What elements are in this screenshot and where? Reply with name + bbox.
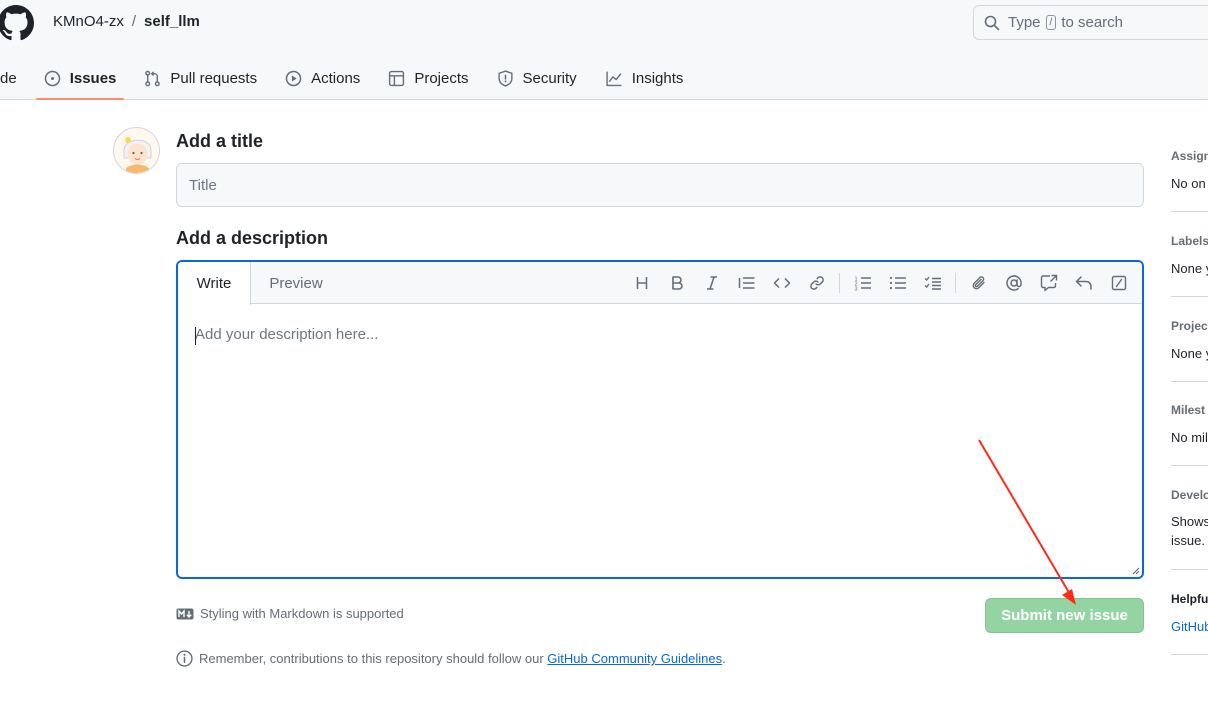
markdown-note: Styling with Markdown is supported <box>176 606 404 621</box>
sidebar-divider <box>1171 296 1208 297</box>
mention-icon[interactable] <box>996 268 1031 298</box>
tab-insights[interactable]: Insights <box>605 56 684 100</box>
markdown-icon <box>176 608 194 619</box>
reply-icon[interactable] <box>1066 268 1101 298</box>
tab-pull-requests-label: Pull requests <box>170 69 258 87</box>
git-pull-request-icon <box>145 70 161 86</box>
projects-title: Projec <box>1171 319 1208 333</box>
tab-insights-label: Insights <box>631 69 684 87</box>
search-icon <box>984 15 1000 30</box>
tab-preview[interactable]: Preview <box>252 262 340 304</box>
ordered-list-icon[interactable]: 123 <box>845 268 880 298</box>
guidelines-text: Remember, contributions to this reposito… <box>199 651 544 666</box>
paperclip-icon[interactable] <box>961 268 996 298</box>
description-textarea[interactable] <box>195 326 1125 556</box>
heading-icon[interactable] <box>624 268 659 298</box>
repo-owner-link[interactable]: KMnO4-zx <box>53 13 124 30</box>
search-placeholder-suffix: to search <box>1061 14 1124 31</box>
slash-key-hint: / <box>1045 15 1057 30</box>
avatar <box>113 127 160 174</box>
tab-issues-label: Issues <box>69 69 117 87</box>
development-line1: Shows <box>1171 514 1208 529</box>
guidelines-end: . <box>722 651 726 666</box>
resize-grip-icon[interactable] <box>1132 567 1140 575</box>
avatar-illustration <box>114 128 159 173</box>
svg-text:3: 3 <box>854 287 857 292</box>
breadcrumb-separator: / <box>131 13 137 30</box>
play-icon <box>285 70 302 86</box>
toolbar-divider <box>955 273 956 293</box>
tab-projects-label: Projects <box>414 69 469 87</box>
tab-actions[interactable]: Actions <box>285 56 360 100</box>
tab-security-label: Security <box>522 69 577 87</box>
graph-icon <box>606 71 622 86</box>
development-title: Develo <box>1171 488 1208 502</box>
editor-header: Write Preview 123 <box>178 262 1142 305</box>
repo-nav: de Issues Pull requests Actions Projects… <box>0 56 683 100</box>
markdown-note-text: Styling with Markdown is supported <box>200 606 404 621</box>
title-input[interactable] <box>176 163 1144 207</box>
code-icon[interactable] <box>764 268 799 298</box>
slash-command-icon[interactable] <box>1101 268 1136 298</box>
tab-write[interactable]: Write <box>178 262 251 305</box>
community-guidelines-link[interactable]: GitHub Community Guidelines <box>547 651 722 666</box>
labels-value: None y <box>1171 261 1208 276</box>
tab-code[interactable]: de <box>0 56 17 100</box>
italic-icon[interactable] <box>694 268 729 298</box>
repo-header: KMnO4-zx / self_llm Type / to search de … <box>0 0 1208 100</box>
sidebar-divider <box>1171 654 1208 655</box>
table-icon <box>389 70 405 86</box>
bold-icon[interactable] <box>659 268 694 298</box>
tab-preview-label: Preview <box>269 274 323 292</box>
sidebar-labels[interactable]: Labels None y <box>1171 234 1208 276</box>
helpful-link[interactable]: GitHub <box>1171 619 1208 634</box>
sidebar-divider <box>1171 569 1208 570</box>
development-line2: issue. <box>1171 533 1205 548</box>
description-editor: Write Preview 123 <box>176 260 1144 579</box>
milestone-title: Milest <box>1171 403 1206 417</box>
tab-write-label: Write <box>196 275 232 292</box>
sidebar-divider <box>1171 381 1208 382</box>
submit-new-issue-button[interactable]: Submit new issue <box>985 598 1144 633</box>
github-logo-icon[interactable] <box>0 5 34 41</box>
text-caret <box>195 327 196 345</box>
sidebar-projects[interactable]: Projec None y <box>1171 319 1208 361</box>
markdown-toolbar: 123 <box>624 262 1136 304</box>
search-input[interactable]: Type / to search <box>973 5 1208 40</box>
task-list-icon[interactable] <box>915 268 950 298</box>
unordered-list-icon[interactable] <box>880 268 915 298</box>
info-icon <box>176 650 193 667</box>
sidebar-milestone[interactable]: Milest No mil <box>1171 403 1208 445</box>
projects-value: None y <box>1171 346 1208 361</box>
tab-pull-requests[interactable]: Pull requests <box>144 56 257 100</box>
tab-code-label: de <box>0 69 17 87</box>
tab-security[interactable]: Security <box>497 56 577 100</box>
labels-title: Labels <box>1171 234 1208 248</box>
helpful-title: Helpfu <box>1171 592 1208 606</box>
assignees-value: No on <box>1171 176 1206 191</box>
sidebar-helpful: Helpfu GitHub <box>1171 592 1208 634</box>
sidebar-divider <box>1171 211 1208 212</box>
repo-name-link[interactable]: self_llm <box>144 13 200 30</box>
tab-issues[interactable]: Issues <box>35 56 125 100</box>
cross-reference-icon[interactable] <box>1031 268 1066 298</box>
search-placeholder-prefix: Type <box>1008 14 1041 31</box>
tab-projects[interactable]: Projects <box>388 56 469 100</box>
toolbar-divider <box>839 273 840 293</box>
shield-icon <box>497 69 513 87</box>
quote-icon[interactable] <box>729 268 764 298</box>
guidelines-note: Remember, contributions to this reposito… <box>176 650 726 667</box>
link-icon[interactable] <box>799 268 834 298</box>
milestone-value: No mil <box>1171 430 1208 445</box>
tab-actions-label: Actions <box>311 69 361 87</box>
sidebar-assignees[interactable]: Assign No on <box>1171 149 1208 191</box>
title-heading: Add a title <box>176 131 264 151</box>
sidebar-divider <box>1171 465 1208 466</box>
sidebar-development[interactable]: Develo Shows issue. <box>1171 488 1208 548</box>
breadcrumb: KMnO4-zx / self_llm <box>53 13 200 30</box>
description-heading: Add a description <box>176 228 329 248</box>
assignees-title: Assign <box>1171 149 1208 163</box>
issue-opened-icon <box>44 70 60 86</box>
